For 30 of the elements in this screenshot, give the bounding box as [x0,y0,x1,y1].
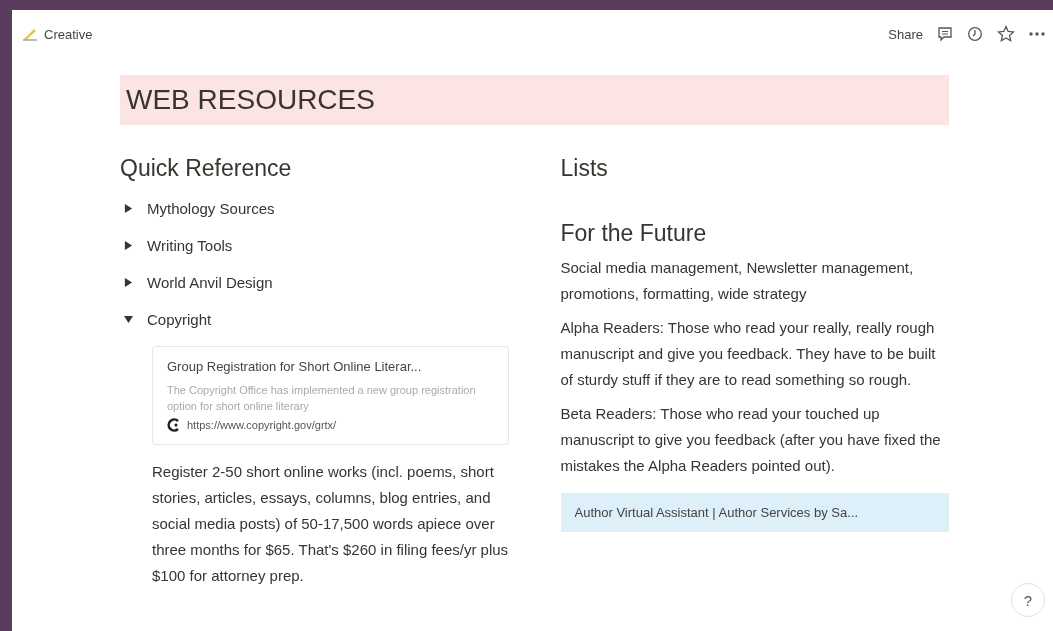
section-heading: Quick Reference [120,155,293,182]
more-icon[interactable] [1029,32,1045,36]
breadcrumb[interactable]: Creative [44,26,93,42]
link-callout[interactable]: Author Virtual Assistant | Author Services by Sa... [560,493,949,532]
clock-icon[interactable] [967,26,983,42]
share-button[interactable]: Share [888,26,923,42]
toggle-label[interactable]: Mythology Sources [147,200,275,217]
page-title: WEB RESOURCES [120,75,949,125]
site-logo-icon [167,418,181,432]
bookmark-description: The Copyright Office has implemented a new group registration option for short online literary [167,383,477,414]
help-button[interactable]: ? [1011,583,1045,617]
toggle-label[interactable]: Writing Tools [147,237,233,254]
paragraph: Beta Readers: Those who read your touched up manuscript to give you feedback (after you have fixed the mistakes the Alpha Readers pointed out). [560,404,942,476]
paragraph: Register 2-50 short online works (incl. poems, short stories, articles, essays, columns, blog entries, and social media posts) of 50-17,500 words apiece over three months for $65. That's $260 in filing fees/yr plus $100 for attorney prep. [152,462,509,586]
toggle-triangle-icon[interactable] [124,278,133,287]
bookmark-url: https://www.copyright.gov/grtx/ [187,419,337,431]
subheading: For the Future [560,220,708,247]
section-heading: Lists [560,155,609,182]
toggle-triangle-icon[interactable] [124,204,133,213]
paragraph: Social media management, Newsletter management, promotions, formatting, wide strategy [560,258,915,304]
bookmark-card[interactable]: Group Registration for Short Online Literar... The Copyright Office has implemented a new group registration option for short online literary https://www.copyright.gov/grtx/ [152,346,509,445]
toggle-label[interactable]: Copyright [147,311,212,328]
toggle-triangle-icon[interactable] [124,315,133,324]
comment-icon[interactable] [937,26,953,42]
bookmark-title: Group Registration for Short Online Literar... [167,359,423,374]
star-icon[interactable] [997,25,1015,43]
pencil-icon [22,27,38,41]
paragraph: Alpha Readers: Those who read your really, really rough manuscript and give you feedback. They have to be built of sturdy stuff if they are to read something so rough. [560,318,937,390]
toggle-label[interactable]: World Anvil Design [147,274,273,291]
toggle-triangle-icon[interactable] [124,241,133,250]
